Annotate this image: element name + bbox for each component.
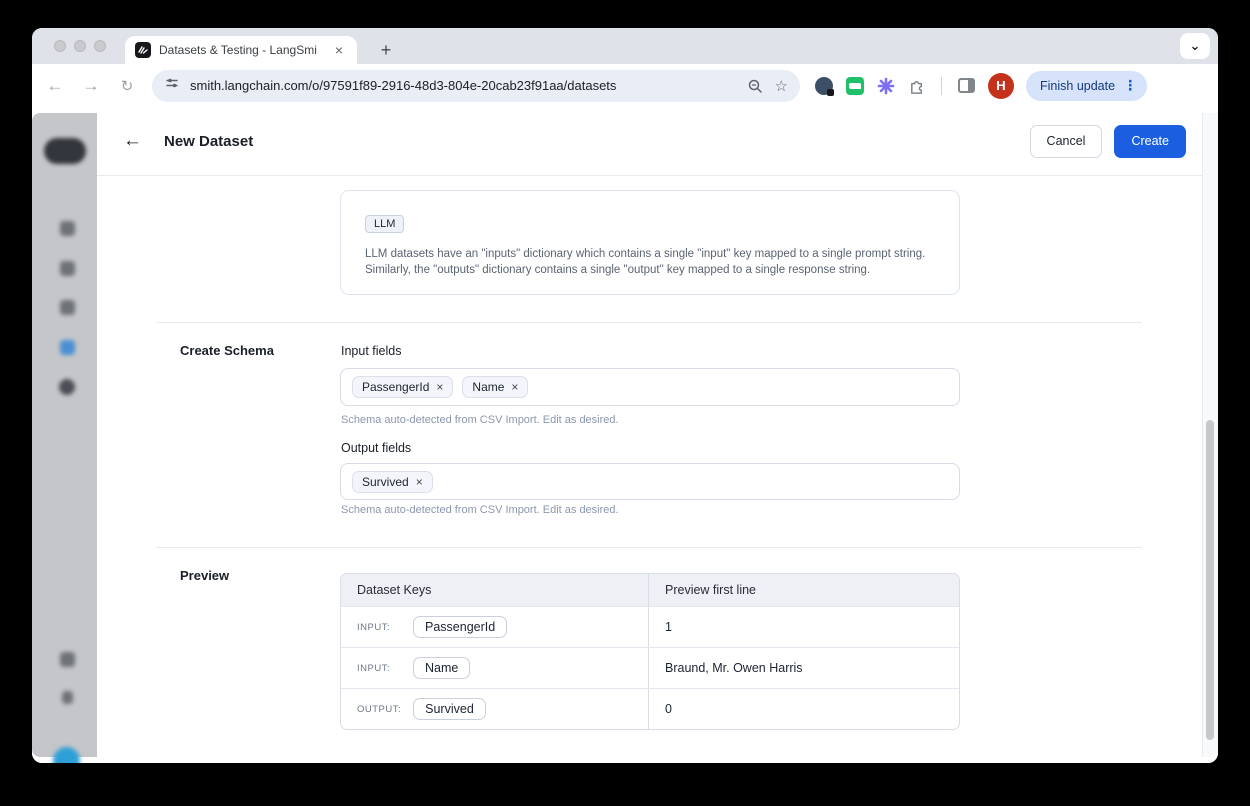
- column-header-preview-first-line: Preview first line: [649, 574, 959, 606]
- tab-close-icon[interactable]: ×: [331, 42, 347, 58]
- back-icon[interactable]: ←: [42, 73, 68, 99]
- password-manager-extension-icon[interactable]: [814, 76, 834, 96]
- input-fields-label: Input fields: [341, 344, 401, 358]
- reload-icon[interactable]: ↻: [114, 73, 140, 99]
- llm-dataset-type-card[interactable]: LLM LLM datasets have an "inputs" dictio…: [340, 190, 960, 295]
- table-row: INPUT: PassengerId 1: [341, 606, 959, 647]
- browser-menu-kebab-icon[interactable]: ⋮: [1119, 77, 1141, 94]
- row-kind-label: INPUT:: [357, 663, 401, 674]
- table-header-row: Dataset Keys Preview first line: [341, 574, 959, 606]
- chip-label: PassengerId: [362, 380, 429, 394]
- browser-toolbar: ← → ↻ smith.langchain.com/o/97591f89-291…: [32, 64, 1218, 107]
- output-fields-input[interactable]: Survived ×: [340, 463, 960, 500]
- input-helper-text: Schema auto-detected from CSV Import. Ed…: [341, 414, 619, 426]
- browser-tab[interactable]: Datasets & Testing - LangSmi ×: [125, 36, 357, 64]
- llm-badge: LLM: [365, 215, 404, 233]
- column-header-dataset-keys: Dataset Keys: [341, 574, 649, 606]
- extensions-row: [814, 76, 976, 96]
- llm-description: LLM datasets have an "inputs" dictionary…: [365, 247, 935, 278]
- row-key-pill: Name: [413, 657, 470, 679]
- output-helper-text: Schema auto-detected from CSV Import. Ed…: [341, 504, 619, 516]
- create-button[interactable]: Create: [1114, 125, 1186, 158]
- asterisk-extension-icon[interactable]: [876, 76, 896, 96]
- window-minimize-button[interactable]: [74, 40, 86, 52]
- window-close-button[interactable]: [54, 40, 66, 52]
- table-row: OUTPUT: Survived 0: [341, 688, 959, 729]
- input-fields-input[interactable]: PassengerId × Name ×: [340, 368, 960, 406]
- scrollbar-track[interactable]: [1202, 113, 1218, 757]
- sidebar-nav-icon-datasets-active: [60, 340, 75, 355]
- scrollbar-thumb[interactable]: [1206, 420, 1214, 740]
- window-zoom-button[interactable]: [94, 40, 106, 52]
- row-key-pill: Survived: [413, 698, 486, 720]
- input-chip-passengerid[interactable]: PassengerId ×: [352, 376, 453, 398]
- row-kind-label: INPUT:: [357, 622, 401, 633]
- chat-bubble-icon: [53, 747, 80, 763]
- preview-title: Preview: [180, 568, 229, 583]
- sidebar-nav-icon-projects: [60, 221, 75, 236]
- sidebar-docs-icon: [62, 691, 73, 704]
- url-text[interactable]: smith.langchain.com/o/97591f89-2916-48d3…: [190, 78, 737, 93]
- finish-update-button[interactable]: Finish update ⋮: [1026, 71, 1147, 101]
- section-divider: [156, 547, 1142, 548]
- address-bar[interactable]: smith.langchain.com/o/97591f89-2916-48d3…: [152, 70, 800, 102]
- input-chip-name[interactable]: Name ×: [462, 376, 528, 398]
- row-preview-value: Braund, Mr. Owen Harris: [665, 661, 803, 675]
- cancel-button[interactable]: Cancel: [1030, 125, 1103, 158]
- create-schema-title: Create Schema: [180, 343, 274, 358]
- table-row: INPUT: Name Braund, Mr. Owen Harris: [341, 647, 959, 688]
- site-settings-icon[interactable]: [164, 75, 180, 96]
- chip-remove-icon[interactable]: ×: [511, 381, 518, 393]
- sidebar-nav-icon-annotations: [60, 261, 75, 276]
- browser-window: Datasets & Testing - LangSmi × + ⌄ ← → ↻…: [32, 28, 1218, 763]
- row-key-pill: PassengerId: [413, 616, 507, 638]
- chip-remove-icon[interactable]: ×: [416, 476, 423, 488]
- section-divider: [156, 322, 1142, 323]
- langsmith-logo: [44, 138, 86, 164]
- chip-remove-icon[interactable]: ×: [436, 381, 443, 393]
- sidebar-key-icon: [60, 652, 75, 667]
- forward-icon[interactable]: →: [78, 73, 104, 99]
- finish-update-label: Finish update: [1040, 79, 1115, 93]
- tab-strip: Datasets & Testing - LangSmi × + ⌄: [32, 28, 1218, 64]
- screenshot-extension-icon[interactable]: [845, 76, 865, 96]
- chip-label: Name: [472, 380, 504, 394]
- page-area: ← New Dataset Cancel Create LLM LLM data…: [32, 107, 1218, 763]
- tab-search-chevron-icon[interactable]: ⌄: [1180, 33, 1210, 59]
- row-preview-value: 1: [665, 620, 672, 634]
- app-sidebar-dimmed: [32, 113, 97, 757]
- screenshot-stage: Datasets & Testing - LangSmi × + ⌄ ← → ↻…: [0, 0, 1250, 806]
- back-arrow-icon[interactable]: ←: [123, 130, 142, 152]
- panel-header: ← New Dataset Cancel Create: [97, 107, 1202, 176]
- profile-avatar[interactable]: H: [988, 73, 1014, 99]
- new-tab-button[interactable]: +: [372, 36, 400, 64]
- row-kind-label: OUTPUT:: [357, 704, 401, 715]
- tab-title: Datasets & Testing - LangSmi: [159, 43, 323, 57]
- form-content: LLM LLM datasets have an "inputs" dictio…: [97, 176, 1202, 763]
- extensions-puzzle-icon[interactable]: [907, 76, 927, 96]
- chip-label: Survived: [362, 475, 409, 489]
- sidebar-nav-icon-settings: [59, 379, 75, 395]
- row-preview-value: 0: [665, 702, 672, 716]
- sidebar-nav-icon-hub: [60, 300, 75, 315]
- zoom-out-icon[interactable]: [747, 78, 763, 94]
- toolbar-divider: [941, 77, 942, 95]
- side-panel-icon[interactable]: [956, 76, 976, 96]
- output-chip-survived[interactable]: Survived ×: [352, 471, 433, 493]
- output-fields-label: Output fields: [341, 441, 411, 455]
- page-title: New Dataset: [164, 133, 1030, 150]
- bookmark-star-icon[interactable]: ☆: [775, 77, 788, 95]
- preview-table: Dataset Keys Preview first line INPUT: P…: [340, 573, 960, 730]
- langsmith-favicon-icon: [135, 42, 151, 58]
- new-dataset-panel: ← New Dataset Cancel Create LLM LLM data…: [97, 107, 1202, 763]
